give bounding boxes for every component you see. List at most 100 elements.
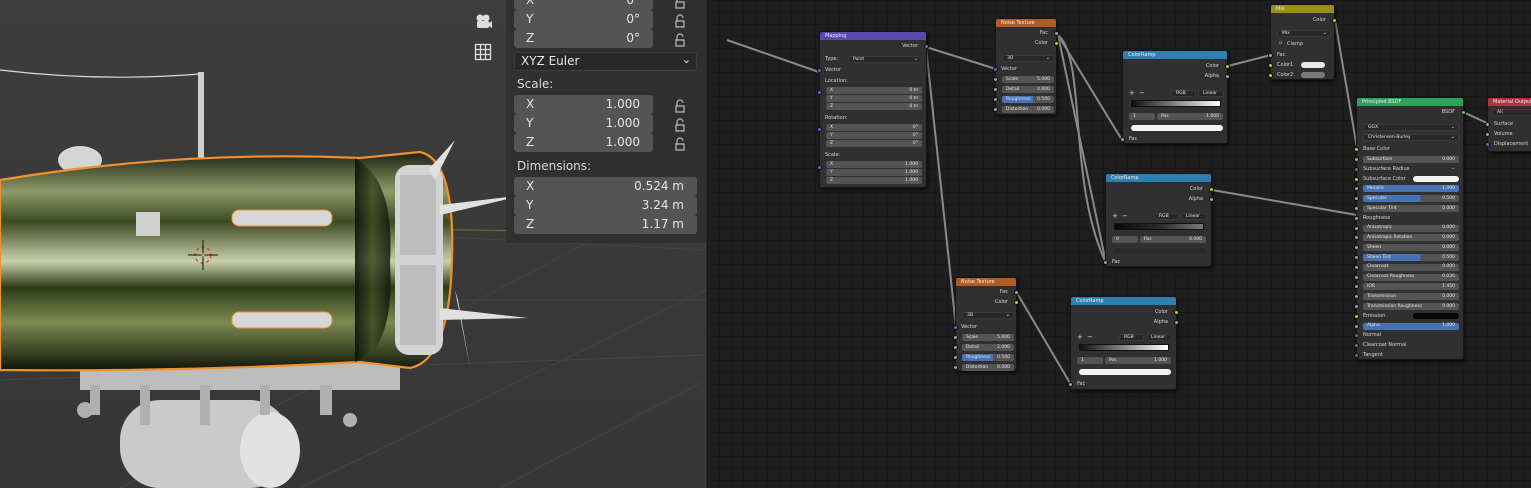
dimensions-dropdown[interactable]: 3D ⌄ (962, 312, 1014, 319)
remove-stop-button[interactable]: − (1122, 212, 1128, 220)
input-socket[interactable] (953, 355, 958, 360)
node-header[interactable]: ColorRamp (1123, 51, 1227, 59)
mapping-node[interactable]: Mapping Vector Type: Point ⌄ Vector Locat… (817, 31, 929, 188)
dimensions-dropdown[interactable]: 3D ⌄ (1002, 55, 1054, 62)
color-ramp-node[interactable]: ColorRamp Color Alpha + − RGB Linear 1 P… (1120, 50, 1230, 144)
color-ramp-gradient[interactable] (1079, 344, 1169, 351)
color-mode-dropdown[interactable]: RGB (1119, 334, 1144, 341)
distribution-dropdown[interactable]: GGX ⌄ (1363, 124, 1459, 131)
subsurface-field[interactable]: Subsurface 0.000 (1363, 156, 1459, 163)
color-mode-dropdown[interactable]: RGB (1171, 90, 1196, 97)
input-socket[interactable] (817, 68, 822, 73)
lock-icon[interactable] (672, 32, 688, 48)
normal-socket[interactable] (1354, 333, 1359, 339)
scale-field[interactable]: Scale 5.000 (962, 334, 1014, 341)
subsurface-method-dropdown[interactable]: Christensen-Burley ⌄ (1363, 134, 1459, 141)
detail-field[interactable]: Detail 2.000 (962, 344, 1014, 351)
type-dropdown[interactable]: Point ⌄ (848, 56, 922, 63)
ior-socket[interactable] (1354, 284, 1359, 290)
clearcoat-roughness-field[interactable]: Clearcoat Roughness 0.030 (1363, 273, 1459, 281)
stop-color-swatch[interactable] (1131, 125, 1223, 131)
rotation-y-field[interactable]: Y 0° (826, 132, 922, 139)
subsurface-radius-socket[interactable] (1354, 166, 1359, 172)
subsurface-color-socket[interactable] (1354, 176, 1359, 182)
add-stop-button[interactable]: + (1129, 89, 1135, 97)
scale-x-field[interactable]: X 1.000 (514, 95, 653, 114)
add-stop-button[interactable]: + (1112, 212, 1118, 220)
vector-input-socket[interactable] (993, 67, 998, 72)
input-socket[interactable] (993, 77, 998, 82)
interpolation-dropdown[interactable]: Linear (1146, 334, 1172, 341)
color1-swatch[interactable] (1301, 62, 1325, 68)
render-target-dropdown[interactable]: All (1492, 109, 1531, 116)
anisotropic-rotation-field[interactable]: Anisotropic Rotation 0.000 (1363, 234, 1459, 242)
location-socket[interactable] (817, 90, 822, 95)
detail-field[interactable]: Detail 4.000 (1002, 86, 1054, 93)
color-output-socket[interactable] (1209, 187, 1214, 192)
blend-mode-dropdown[interactable]: Mix ⌄ (1277, 30, 1331, 37)
color-ramp-node-2[interactable]: ColorRamp Color Alpha + − RGB Linear 0 P… (1103, 173, 1214, 267)
transmission-socket[interactable] (1354, 294, 1359, 300)
alpha-socket[interactable] (1354, 323, 1359, 329)
tangent-socket[interactable] (1354, 353, 1359, 358)
anisotropic-rotation-socket[interactable] (1354, 235, 1359, 241)
chevron-down-icon[interactable]: ⌄ (1451, 165, 1455, 171)
ior-field[interactable]: IOR 1.450 (1363, 283, 1459, 291)
stop-color-swatch[interactable] (1079, 369, 1171, 375)
clamp-checkbox[interactable]: ▫ (1279, 40, 1282, 46)
roughness-socket[interactable] (1354, 215, 1359, 221)
color-output-socket[interactable] (1014, 300, 1019, 305)
transmission-field[interactable]: Transmission 0.000 (1363, 293, 1459, 301)
rotation-z-field[interactable]: Z 0° (514, 29, 653, 48)
distortion-field[interactable]: Distortion 0.000 (962, 364, 1014, 371)
displacement-input-socket[interactable] (1485, 142, 1490, 147)
fac-input-socket[interactable] (1268, 53, 1273, 58)
sheen-field[interactable]: Sheen 0.000 (1363, 244, 1459, 252)
metallic-socket[interactable] (1354, 186, 1359, 192)
color-output-socket[interactable] (1225, 64, 1230, 69)
color1-input-socket[interactable] (1268, 63, 1273, 68)
transmission-roughness-field[interactable]: Transmission Roughness 0.000 (1363, 303, 1459, 310)
dimension-z-field[interactable]: Z 1.17 m (514, 215, 697, 234)
transmission-roughness-socket[interactable] (1354, 304, 1359, 309)
scale-y-field[interactable]: Y 1.000 (514, 114, 653, 133)
lock-icon[interactable] (672, 0, 688, 10)
rotation-mode-dropdown[interactable]: XYZ Euler ⌄ (514, 52, 697, 71)
3d-viewport[interactable]: X 0° Y 0° Z 0° XYZ Euler ⌄ Scale: X 1.00… (0, 0, 706, 488)
node-header[interactable]: Material Output (1488, 98, 1531, 106)
color-mode-dropdown[interactable]: RGB (1154, 213, 1179, 220)
node-header[interactable]: Noise Texture (996, 19, 1056, 27)
lock-icon[interactable] (672, 117, 688, 133)
rotation-x-field[interactable]: X 0° (826, 124, 922, 131)
sheen-socket[interactable] (1354, 245, 1359, 251)
node-header[interactable]: ColorRamp (1071, 297, 1176, 305)
node-header[interactable]: Principled BSDF (1357, 98, 1463, 106)
scale-z-field[interactable]: Z 1.000 (826, 177, 922, 184)
location-y-field[interactable]: Y 0 m (826, 95, 922, 102)
anisotropic-field[interactable]: Anisotropic 0.000 (1363, 224, 1459, 232)
volume-input-socket[interactable] (1485, 132, 1490, 137)
scale-y-field[interactable]: Y 1.000 (826, 169, 922, 176)
stop-position-field[interactable]: Pos 1.000 (1105, 357, 1171, 364)
mix-node[interactable]: Mix Color Mix ⌄ ▫ Clamp Fac Color1 Color2 (1268, 4, 1337, 80)
lock-icon[interactable] (672, 98, 688, 114)
roughness-field[interactable]: Roughness 0.500 (962, 354, 1014, 361)
scale-field[interactable]: Scale 5.000 (1002, 76, 1054, 83)
location-z-field[interactable]: Z 0 m (826, 103, 922, 110)
input-socket[interactable] (993, 97, 998, 102)
clearcoat-socket[interactable] (1354, 264, 1359, 270)
noise-texture-node-2[interactable]: Noise Texture Fac Color 3D ⌄ Vector Scale… (953, 277, 1019, 371)
specular-tint-socket[interactable] (1354, 206, 1359, 211)
color-ramp-node-3[interactable]: ColorRamp Color Alpha + − RGB Linear 1 P… (1068, 296, 1179, 390)
vector-input-socket[interactable] (953, 325, 958, 330)
color-output-socket[interactable] (1332, 18, 1337, 23)
emission-swatch[interactable] (1413, 312, 1459, 319)
color-output-socket[interactable] (1174, 310, 1179, 315)
material-output-node[interactable]: Material Output All Surface Volume Displ… (1485, 97, 1531, 152)
input-socket[interactable] (953, 335, 958, 340)
anisotropic-socket[interactable] (1354, 225, 1359, 231)
lock-icon[interactable] (672, 136, 688, 152)
base-color-socket[interactable] (1354, 147, 1359, 152)
alpha-output-socket[interactable] (1209, 197, 1214, 202)
location-x-field[interactable]: X 0 m (826, 87, 922, 94)
